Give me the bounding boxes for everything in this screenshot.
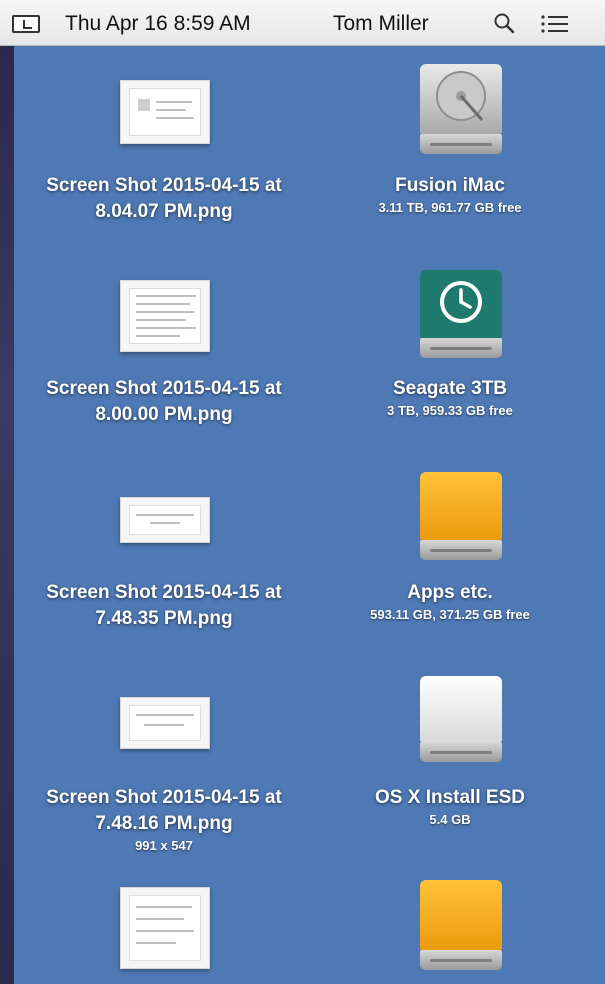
desktop-drive-item[interactable]: Apps etc. 593.11 GB, 371.25 GB free [300, 580, 600, 624]
desktop-file-item[interactable]: Screen Shot 2015-04-15 at 7.48.35 PM.png [14, 580, 314, 632]
file-dimensions: 991 x 547 [135, 838, 193, 853]
drive-capacity: 3 TB, 959.33 GB free [387, 403, 513, 418]
drive-capacity: 3.11 TB, 961.77 GB free [378, 200, 522, 215]
drive-name: Apps etc. [407, 582, 493, 603]
search-icon[interactable] [493, 12, 515, 34]
external-drive-icon[interactable] [420, 472, 502, 560]
file-name-line1: Screen Shot 2015-04-15 at [46, 175, 282, 196]
drive-capacity: 5.4 GB [429, 812, 471, 827]
drive-name: OS X Install ESD [375, 787, 525, 808]
app-switch-icon[interactable] [12, 15, 40, 33]
list-icon[interactable] [540, 13, 570, 35]
file-name-line2: 8.04.07 PM.png [95, 201, 233, 222]
left-screen-edge [0, 0, 14, 984]
white-disk-icon[interactable] [420, 676, 502, 764]
drive-name: Fusion iMac [395, 175, 505, 196]
file-name-line1: Screen Shot 2015-04-15 at [46, 787, 282, 808]
hard-drive-icon[interactable] [420, 64, 502, 154]
drive-capacity: 593.11 GB, 371.25 GB free [370, 607, 530, 622]
file-name-line2: 8.00.00 PM.png [95, 404, 233, 425]
desktop-drive-item[interactable]: Fusion iMac 3.11 TB, 961.77 GB free [300, 173, 600, 217]
desktop-drive-item[interactable]: Seagate 3TB 3 TB, 959.33 GB free [300, 376, 600, 420]
drive-name: Seagate 3TB [392, 378, 508, 399]
file-name-line1: Screen Shot 2015-04-15 at [46, 378, 282, 399]
desktop-file-item[interactable]: Screen Shot 2015-04-15 at 7.48.16 PM.png… [14, 785, 314, 855]
menu-bar: Thu Apr 16 8:59 AM Tom Miller [0, 0, 605, 46]
menubar-clock[interactable]: Thu Apr 16 8:59 AM [65, 12, 251, 36]
file-name-line2: 7.48.16 PM.png [95, 813, 233, 834]
desktop-drive-item[interactable]: OS X Install ESD 5.4 GB [300, 785, 600, 829]
external-drive-icon[interactable] [420, 880, 502, 970]
file-name-line2: 7.48.35 PM.png [95, 608, 233, 629]
file-thumbnail[interactable] [120, 80, 210, 144]
menubar-user[interactable]: Tom Miller [333, 12, 429, 36]
file-thumbnail[interactable] [120, 697, 210, 749]
time-machine-drive-icon[interactable] [420, 270, 502, 360]
file-thumbnail[interactable] [120, 497, 210, 543]
file-thumbnail[interactable] [120, 280, 210, 352]
file-thumbnail[interactable] [120, 887, 210, 969]
desktop-file-item[interactable]: Screen Shot 2015-04-15 at 8.00.00 PM.png [14, 376, 314, 428]
desktop-file-item[interactable]: Screen Shot 2015-04-15 at 8.04.07 PM.png [14, 173, 314, 225]
file-name-line1: Screen Shot 2015-04-15 at [46, 582, 282, 603]
